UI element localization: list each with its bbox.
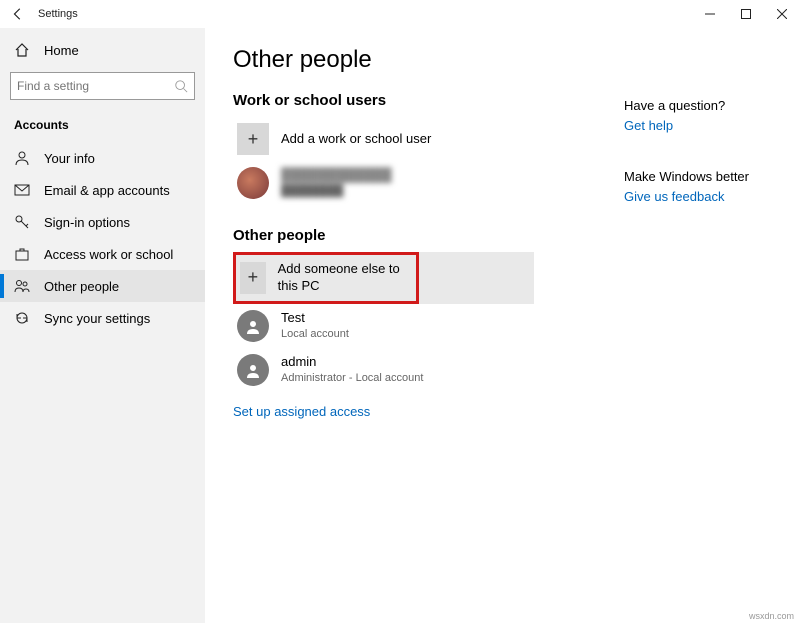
help-heading: Have a question?	[624, 98, 774, 113]
sidebar-item-label: Other people	[44, 279, 119, 294]
close-button[interactable]	[764, 0, 800, 28]
briefcase-icon	[14, 246, 30, 262]
add-work-label: Add a work or school user	[281, 131, 431, 148]
work-user-entry[interactable]: ████████████ ████████	[233, 161, 533, 205]
feedback-link[interactable]: Give us feedback	[624, 189, 724, 204]
sidebar-item-sync[interactable]: Sync your settings	[0, 302, 205, 334]
plus-icon: +	[240, 262, 266, 294]
main-content: Other people Work or school users + Add …	[205, 28, 800, 623]
sidebar-item-label: Sync your settings	[44, 311, 150, 326]
user-entry-admin[interactable]: admin Administrator - Local account	[233, 348, 533, 392]
user-role: Administrator - Local account	[281, 371, 423, 385]
sidebar-item-other-people[interactable]: Other people	[0, 270, 205, 302]
sidebar-item-label: Access work or school	[44, 247, 173, 262]
user-name: Test	[281, 310, 349, 327]
window-title: Settings	[38, 8, 78, 20]
sync-icon	[14, 310, 30, 326]
user-role: Local account	[281, 327, 349, 341]
people-icon	[14, 278, 30, 294]
sidebar-item-your-info[interactable]: Your info	[0, 142, 205, 174]
user-entry-test[interactable]: Test Local account	[233, 304, 533, 348]
avatar-icon	[237, 310, 269, 342]
get-help-link[interactable]: Get help	[624, 118, 673, 133]
minimize-button[interactable]	[692, 0, 728, 28]
sidebar-item-email[interactable]: Email & app accounts	[0, 174, 205, 206]
right-rail: Have a question? Get help Make Windows b…	[624, 98, 774, 240]
home-button[interactable]: Home	[0, 36, 205, 64]
back-button[interactable]	[6, 2, 30, 26]
assigned-access-link[interactable]: Set up assigned access	[233, 404, 370, 419]
plus-icon: +	[237, 123, 269, 155]
watermark: wsxdn.com	[749, 611, 794, 621]
search-icon	[174, 79, 188, 93]
maximize-button[interactable]	[728, 0, 764, 28]
avatar-icon	[237, 354, 269, 386]
user-name: admin	[281, 354, 423, 371]
avatar-icon	[237, 167, 269, 199]
user-role: ████████	[281, 184, 392, 198]
feedback-heading: Make Windows better	[624, 169, 774, 184]
home-icon	[14, 42, 30, 58]
user-name: ████████████	[281, 167, 392, 184]
sidebar-item-label: Sign-in options	[44, 215, 130, 230]
home-label: Home	[44, 43, 79, 58]
sidebar-item-signin[interactable]: Sign-in options	[0, 206, 205, 238]
add-work-user-button[interactable]: + Add a work or school user	[233, 117, 533, 161]
person-icon	[14, 150, 30, 166]
page-title: Other people	[233, 46, 772, 74]
sidebar-item-label: Email & app accounts	[44, 183, 170, 198]
section-label: Accounts	[0, 114, 205, 142]
add-someone-label: Add someone else to this PC	[278, 261, 412, 295]
sidebar: Home Accounts Your info Email & app acco…	[0, 28, 205, 623]
add-someone-button[interactable]: + Add someone else to this PC	[233, 252, 419, 304]
key-icon	[14, 214, 30, 230]
sidebar-item-work-school[interactable]: Access work or school	[0, 238, 205, 270]
search-input[interactable]	[10, 72, 195, 100]
sidebar-item-label: Your info	[44, 151, 95, 166]
mail-icon	[14, 182, 30, 198]
search-field[interactable]	[17, 79, 174, 93]
